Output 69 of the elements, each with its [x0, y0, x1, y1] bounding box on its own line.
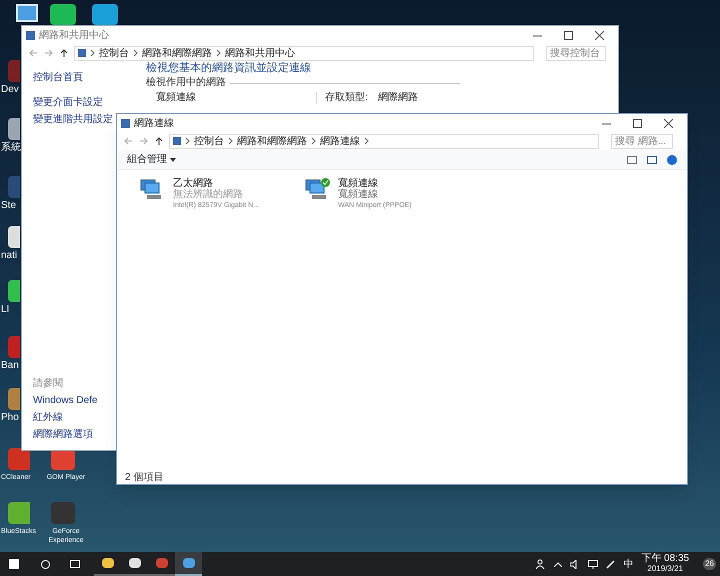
desktop-shortcut-icon[interactable]: [8, 118, 20, 140]
chevron-icon: [185, 137, 190, 145]
breadcrumb-item[interactable]: 控制台: [99, 46, 129, 60]
connection-name[interactable]: 寬頻連線: [338, 178, 378, 189]
chevron-icon: [216, 49, 221, 57]
search-icon[interactable]: [41, 560, 50, 568]
sidebar-link[interactable]: 控制台首頁: [33, 70, 83, 85]
chevron-icon: [364, 137, 369, 145]
page-heading: 檢視您基本的網路資訊並設定連線: [146, 62, 311, 75]
desktop-shortcut-icon[interactable]: [8, 448, 30, 470]
chevron-up-icon[interactable]: [554, 562, 562, 566]
see-also-heading: 請參閱: [33, 376, 63, 391]
close-icon[interactable]: [595, 30, 604, 40]
clock-time[interactable]: 下午 08:35: [641, 554, 690, 564]
desktop-icon-label[interactable]: Ste: [1, 200, 16, 211]
connection-name[interactable]: 乙太網路: [173, 178, 213, 189]
connection-status: 寬頻連線: [338, 189, 378, 200]
status-bar-text: 2 個項目: [125, 470, 164, 484]
clock-date[interactable]: 2019/3/21: [647, 564, 683, 574]
window-title: 網路和共用中心: [39, 28, 109, 42]
address-bar[interactable]: 控制台 網路和網際網路 網路和共用中心: [74, 46, 534, 60]
desktop-icon-label[interactable]: Pho: [1, 412, 19, 423]
up-icon[interactable]: [155, 136, 163, 146]
breadcrumb-item[interactable]: 網路和共用中心: [225, 46, 295, 60]
caret-icon: [170, 158, 176, 162]
chevron-icon: [311, 137, 316, 145]
chevron-icon: [228, 137, 233, 145]
access-type-label: 存取類型:: [316, 92, 378, 104]
breadcrumb-item[interactable]: 網路和網際網路: [142, 46, 212, 60]
maximize-icon[interactable]: [633, 118, 642, 128]
network-adapter-icon: [304, 178, 328, 200]
breadcrumb-item[interactable]: 網路連線: [320, 134, 360, 148]
breadcrumb-item[interactable]: 網路和網際網路: [237, 134, 307, 148]
desktop-icon-label[interactable]: Ban: [1, 360, 19, 371]
chevron-icon: [133, 49, 138, 57]
breadcrumb-item[interactable]: 控制台: [194, 134, 224, 148]
chevron-icon: [90, 49, 95, 57]
window-title: 網路連線: [134, 116, 174, 130]
desktop-icon-label[interactable]: nati: [1, 250, 18, 261]
desktop-shortcut-icon[interactable]: [8, 226, 20, 248]
sidebar-link[interactable]: 變更進階共用設定: [33, 112, 113, 127]
desktop-icon-label[interactable]: LI: [1, 304, 10, 315]
organize-button[interactable]: 組合管理: [127, 152, 176, 167]
desktop-shortcut-icon[interactable]: [8, 280, 20, 302]
desktop-shortcut-icon[interactable]: [8, 388, 20, 410]
desktop-icon-label[interactable]: 系統: [1, 142, 21, 153]
close-icon[interactable]: [664, 118, 673, 128]
see-also-link[interactable]: 紅外線: [33, 410, 63, 425]
view-icon[interactable]: [627, 156, 637, 164]
network-adapter-icon: [139, 178, 163, 200]
search-field[interactable]: 搜尋 網路...: [611, 134, 673, 148]
notification-count[interactable]: 26: [703, 558, 716, 570]
address-bar[interactable]: 控制台 網路和網際網路 網路連線: [169, 134, 599, 148]
network-name: 寬頻連線: [156, 92, 197, 104]
ime-indicator[interactable]: 中: [623, 556, 634, 572]
search-field[interactable]: 搜尋控制台: [546, 46, 606, 60]
pane-icon[interactable]: [647, 156, 657, 164]
see-also-link[interactable]: 網際網路選項: [33, 427, 93, 442]
connection-status: 無法辨識的網路: [173, 189, 243, 200]
section-heading: 檢視作用中的網路: [146, 77, 226, 89]
task-view-icon[interactable]: [70, 560, 80, 568]
maximize-icon[interactable]: [564, 30, 573, 40]
see-also-link[interactable]: Windows Defe: [33, 393, 98, 408]
access-type-value: 網際網路: [378, 92, 418, 104]
people-icon[interactable]: [536, 559, 546, 569]
desktop-icon-label[interactable]: Dev: [1, 84, 19, 95]
sidebar-link[interactable]: 變更介面卡設定: [33, 95, 103, 110]
windows-start-icon[interactable]: [9, 559, 19, 569]
up-icon[interactable]: [60, 48, 68, 58]
